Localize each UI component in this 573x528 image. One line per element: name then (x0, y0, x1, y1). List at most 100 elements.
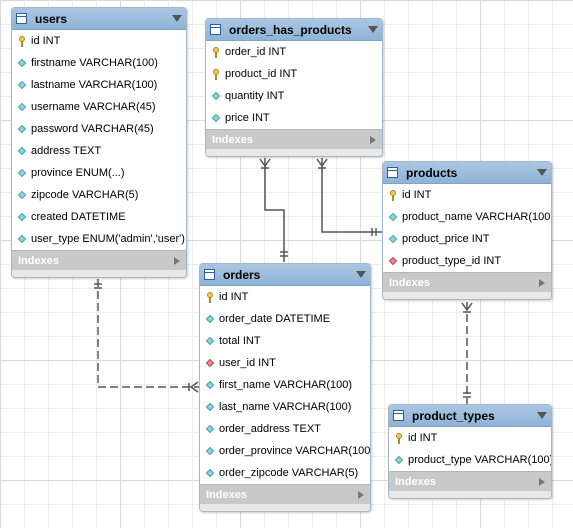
table-header[interactable]: orders (200, 264, 370, 286)
column-list: id INT product_name VARCHAR(100) product_p… (383, 184, 551, 272)
column-label: username VARCHAR(45) (31, 101, 156, 113)
indexes-section[interactable]: Indexes (200, 484, 370, 504)
table-users[interactable]: users id INT firstname VARCHAR(100) lastna… (11, 7, 187, 278)
column-row[interactable]: last_name VARCHAR(100) (200, 396, 370, 418)
column-row[interactable]: province ENUM(...) (12, 162, 186, 184)
column-label: user_type ENUM('admin','user') (31, 233, 185, 245)
column-row[interactable]: product_id INT (206, 63, 382, 85)
column-row[interactable]: order_address TEXT (200, 418, 370, 440)
primary-key-icon (18, 35, 27, 47)
table-footer (200, 504, 370, 511)
column-row[interactable]: id INT (389, 427, 551, 449)
column-list: id INT product_type VARCHAR(100) (389, 427, 551, 471)
column-row[interactable]: total INT (200, 330, 370, 352)
column-row[interactable]: order_zipcode VARCHAR(5) (200, 462, 370, 484)
column-icon (389, 234, 398, 245)
column-row[interactable]: created DATETIME (12, 206, 186, 228)
column-icon (18, 58, 27, 69)
table-products[interactable]: products id INT product_name VARCHAR(100)… (382, 161, 552, 300)
table-header[interactable]: product_types (389, 405, 551, 427)
column-row[interactable]: user_id INT (200, 352, 370, 374)
table-product-types[interactable]: product_types id INT product_type VARCHAR… (388, 404, 552, 499)
expand-arrow-icon[interactable] (539, 477, 545, 486)
chevron-down-icon[interactable] (537, 412, 547, 419)
column-label: product_type VARCHAR(100) (408, 454, 552, 466)
expand-arrow-icon[interactable] (358, 490, 364, 499)
column-row[interactable]: product_price INT (383, 228, 551, 250)
column-row[interactable]: user_type ENUM('admin','user') (12, 228, 186, 250)
column-row[interactable]: product_type VARCHAR(100) (389, 449, 551, 471)
column-row[interactable]: password VARCHAR(45) (12, 118, 186, 140)
primary-key-icon (206, 291, 215, 303)
indexes-section[interactable]: Indexes (389, 471, 551, 491)
table-title: product_types (412, 408, 495, 423)
column-list: id INT firstname VARCHAR(100) lastname VAR… (12, 30, 186, 250)
table-icon (16, 13, 27, 24)
column-row[interactable]: quantity INT (206, 85, 382, 107)
table-footer (12, 270, 186, 277)
column-icon (18, 102, 27, 113)
column-label: lastname VARCHAR(100) (31, 79, 158, 91)
column-icon (206, 424, 215, 435)
expand-arrow-icon[interactable] (370, 135, 376, 144)
table-orders[interactable]: orders id INT order_date DATETIME total IN… (199, 263, 371, 512)
column-row[interactable]: firstname VARCHAR(100) (12, 52, 186, 74)
column-row[interactable]: username VARCHAR(45) (12, 96, 186, 118)
column-row[interactable]: id INT (12, 30, 186, 52)
column-list: order_id INT product_id INT quantity INT pr… (206, 41, 382, 129)
chevron-down-icon[interactable] (368, 26, 378, 33)
table-title: orders (223, 267, 261, 282)
table-footer (389, 491, 551, 498)
column-row[interactable]: lastname VARCHAR(100) (12, 74, 186, 96)
column-label: price INT (225, 112, 270, 124)
column-label: user_id INT (219, 357, 276, 369)
chevron-down-icon[interactable] (356, 271, 366, 278)
column-row[interactable]: product_name VARCHAR(100) (383, 206, 551, 228)
column-label: last_name VARCHAR(100) (219, 401, 352, 413)
column-label: id INT (219, 291, 249, 303)
expand-arrow-icon[interactable] (539, 278, 545, 287)
indexes-label: Indexes (18, 254, 59, 267)
column-label: quantity INT (225, 90, 285, 102)
column-row[interactable]: price INT (206, 107, 382, 129)
column-icon (395, 455, 404, 466)
column-label: address TEXT (31, 145, 102, 157)
indexes-section[interactable]: Indexes (206, 129, 382, 149)
column-row[interactable]: order_province VARCHAR(100) (200, 440, 370, 462)
column-row[interactable]: order_date DATETIME (200, 308, 370, 330)
column-row[interactable]: order_id INT (206, 41, 382, 63)
connector-orders-orders-has-products (264, 158, 285, 262)
column-row[interactable]: address TEXT (12, 140, 186, 162)
table-title: products (406, 165, 458, 180)
column-row[interactable]: first_name VARCHAR(100) (200, 374, 370, 396)
indexes-section[interactable]: Indexes (12, 250, 186, 270)
column-label: id INT (408, 432, 438, 444)
table-header[interactable]: products (383, 162, 551, 184)
column-label: order_date DATETIME (219, 313, 331, 325)
connector-products-orders-has-products (321, 158, 382, 233)
indexes-label: Indexes (389, 276, 430, 289)
chevron-down-icon[interactable] (537, 169, 547, 176)
column-label: order_province VARCHAR(100) (219, 445, 371, 457)
indexes-label: Indexes (206, 488, 247, 501)
table-icon (393, 410, 404, 421)
column-row[interactable]: id INT (383, 184, 551, 206)
column-icon (212, 113, 221, 124)
indexes-section[interactable]: Indexes (383, 272, 551, 292)
chevron-down-icon[interactable] (172, 15, 182, 22)
column-row[interactable]: zipcode VARCHAR(5) (12, 184, 186, 206)
table-orders-has-products[interactable]: orders_has_products order_id INT product_… (205, 18, 383, 157)
column-label: created DATETIME (31, 211, 126, 223)
table-header[interactable]: users (12, 8, 186, 30)
column-label: id INT (31, 35, 61, 47)
column-row[interactable]: product_type_id INT (383, 250, 551, 272)
table-header[interactable]: orders_has_products (206, 19, 382, 41)
column-label: product_price INT (402, 233, 490, 245)
column-row[interactable]: id INT (200, 286, 370, 308)
expand-arrow-icon[interactable] (174, 256, 180, 265)
column-icon (18, 80, 27, 91)
table-title: orders_has_products (229, 22, 352, 37)
column-label: zipcode VARCHAR(5) (31, 189, 139, 201)
column-label: province ENUM(...) (31, 167, 125, 179)
table-title: users (35, 11, 68, 26)
